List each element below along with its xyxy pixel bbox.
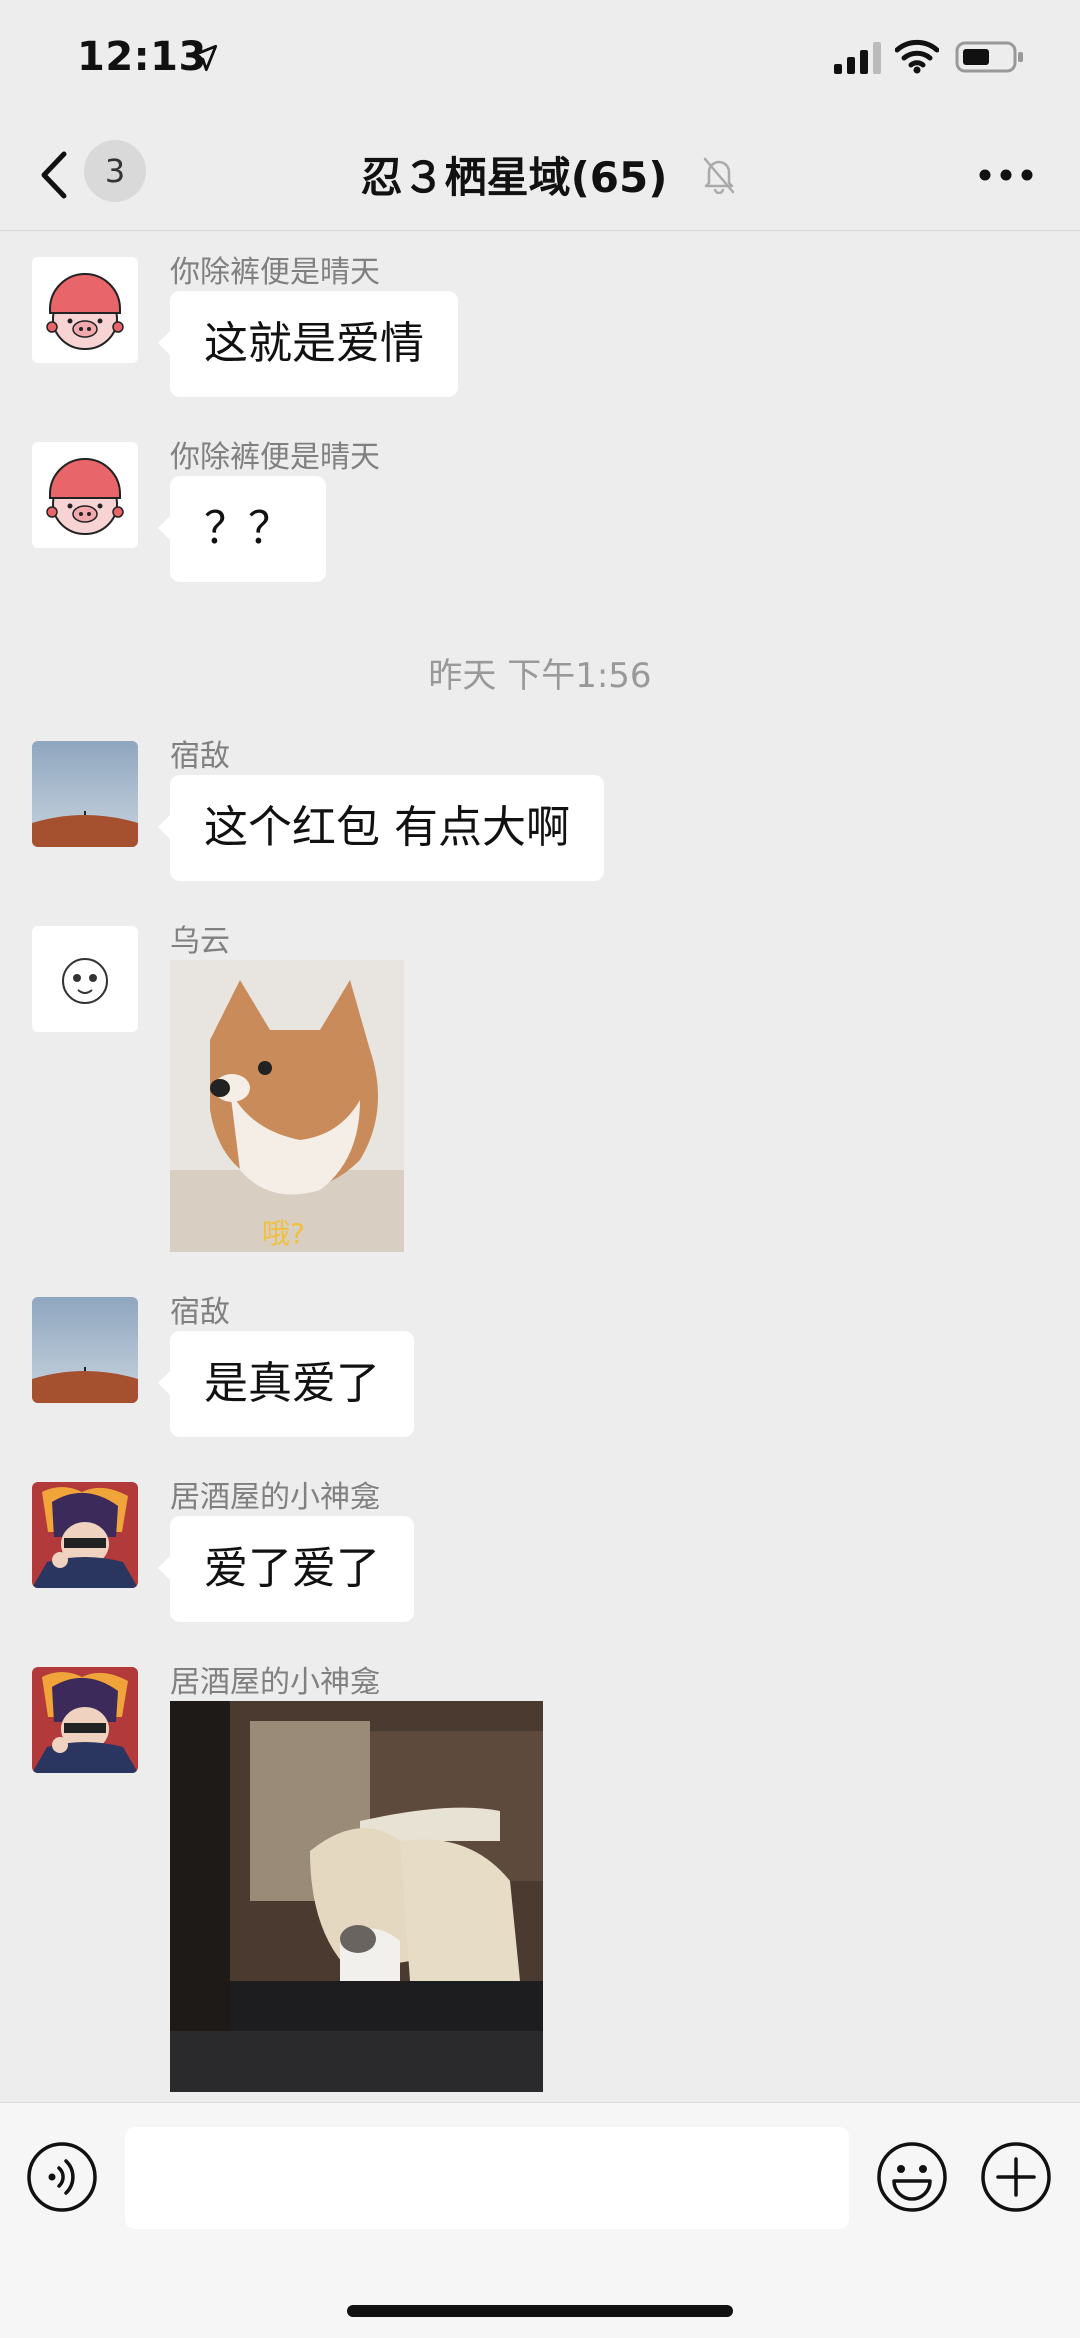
anime-character-avatar[interactable]: [32, 1482, 138, 1588]
emoji-smile-icon[interactable]: [876, 2141, 948, 2213]
sticker-caption: 哦?: [262, 1217, 305, 1250]
anime-character-avatar[interactable]: [32, 1667, 138, 1773]
desert-sky-avatar[interactable]: [32, 1297, 138, 1403]
sender-name: 你除裤便是晴天: [170, 440, 380, 475]
location-arrow-icon: [190, 44, 218, 72]
shiba-dog-sticker[interactable]: 哦?: [170, 960, 404, 1252]
signal-bars-icon: [834, 42, 881, 74]
dog-and-cat-gif[interactable]: [170, 1701, 543, 2092]
wifi-icon: [895, 39, 939, 74]
sender-name: 乌云: [170, 924, 230, 959]
chat-title-text: 忍３栖星域(65): [360, 153, 668, 202]
message-bubble[interactable]: 是真爱了: [158, 1331, 414, 1437]
sender-name: 宿敌: [170, 1295, 230, 1330]
status-time: 12:13: [77, 34, 207, 80]
battery-icon: [955, 41, 1023, 73]
message-bubble[interactable]: 这个红包 有点大啊: [158, 775, 604, 881]
message-bubble[interactable]: ？？: [158, 476, 326, 582]
pig-helmet-avatar[interactable]: [32, 442, 138, 548]
chat-title: 忍３栖星域(65): [0, 144, 1080, 205]
more-dots-icon[interactable]: [978, 168, 1034, 182]
chat-header: 3 忍３栖星域(65): [0, 118, 1080, 231]
cartoon-face-avatar[interactable]: [32, 926, 138, 1032]
input-bar: [0, 2102, 1080, 2338]
timestamp-divider: 昨天 下午1:56: [428, 656, 652, 696]
sender-name: 居酒屋的小神龛: [170, 1665, 380, 1700]
home-indicator[interactable]: [347, 2305, 733, 2317]
sender-name: 宿敌: [170, 739, 230, 774]
message-bubble[interactable]: 这就是爱情: [158, 291, 458, 397]
bell-muted-icon: [703, 157, 735, 194]
plus-circle-icon[interactable]: [980, 2141, 1052, 2213]
voice-input-icon[interactable]: [26, 2141, 98, 2213]
message-bubble[interactable]: 爱了爱了: [158, 1516, 414, 1622]
sender-name: 居酒屋的小神龛: [170, 1480, 380, 1515]
message-input[interactable]: [125, 2127, 849, 2229]
desert-sky-avatar[interactable]: [32, 741, 138, 847]
pig-helmet-avatar[interactable]: [32, 257, 138, 363]
status-bar: 12:13: [0, 0, 1080, 118]
sender-name: 你除裤便是晴天: [170, 255, 380, 290]
